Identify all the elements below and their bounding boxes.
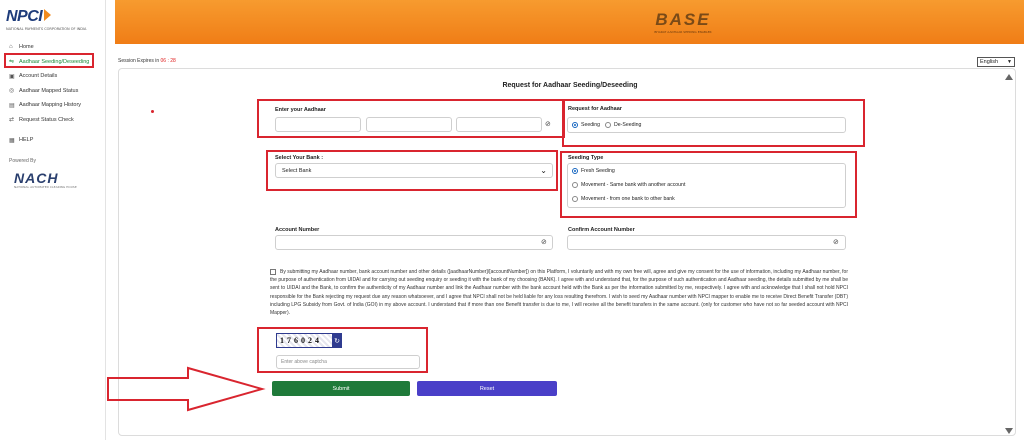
radio-movement-other-bank[interactable]: Movement - from one bank to other bank <box>572 196 675 202</box>
npci-logo-text: NPCI <box>6 8 43 25</box>
bank-select[interactable]: Select Bank ⌄ <box>275 163 553 178</box>
swap-icon: ⇄ <box>9 117 15 124</box>
bank-label: Select Your Bank : <box>275 155 324 161</box>
radio-label: Seeding <box>581 122 601 128</box>
sidebar-item-label: Account Details <box>19 73 58 80</box>
request-label: Request for Aadhaar <box>568 106 622 112</box>
submit-button[interactable]: Submit <box>272 381 410 396</box>
chevron-down-icon: ⌄ <box>540 166 547 175</box>
chevron-down-icon: ▼ <box>1007 59 1012 65</box>
scroll-down-icon[interactable] <box>1005 428 1013 434</box>
captcha-input[interactable]: Enter above captcha <box>276 355 420 369</box>
radio-seeding[interactable]: Seeding <box>572 122 600 128</box>
sidebar-item-help[interactable]: ▦ HELP <box>0 133 106 148</box>
sidebar-item-label: Request Status Check <box>19 116 74 123</box>
session-timer: 06 : 28 <box>160 58 176 64</box>
form-title: Request for Aadhaar Seeding/Deseeding <box>502 82 638 89</box>
account-number-label: Account Number <box>275 227 320 233</box>
radio-unselected-icon <box>572 182 578 188</box>
consent-text: By submitting my Aadhaar number, bank ac… <box>270 268 848 317</box>
reset-button[interactable]: Reset <box>417 381 557 396</box>
sidebar: NPCI NATIONAL PAYMENTS CORPORATION OF IN… <box>0 0 106 440</box>
aadhaar-input-part-3[interactable] <box>456 117 542 132</box>
sidebar-item-label: Home <box>19 44 34 51</box>
scroll-up-icon[interactable] <box>1005 74 1013 80</box>
bank-select-value: Select Bank <box>282 167 312 174</box>
base-logo-sub: BHARAT AADHAAR SEEDING ENABLER <box>654 30 712 34</box>
nach-logo-sub: NATIONAL AUTOMATED CLEARING HOUSE <box>14 185 77 189</box>
status-icon: ◎ <box>9 88 15 95</box>
language-select[interactable]: English ▼ <box>977 57 1015 67</box>
radio-label: Movement - Same bank with another accoun… <box>581 182 686 188</box>
sidebar-item-mapped-status[interactable]: ◎ Aadhaar Mapped Status <box>0 84 106 99</box>
session-expiry: Session Expires in 06 : 28 <box>118 58 176 64</box>
radio-label: Fresh Seeding <box>581 168 615 174</box>
radio-unselected-icon <box>605 122 611 128</box>
aadhaar-input-part-2[interactable] <box>366 117 452 132</box>
sidebar-item-label: HELP <box>19 137 34 144</box>
sidebar-item-mapping-history[interactable]: ▤ Aadhaar Mapping History <box>0 98 106 113</box>
eye-hidden-icon[interactable]: ⊘ <box>833 238 839 246</box>
account-number-input[interactable] <box>275 235 553 250</box>
seeding-type-label: Seeding Type <box>568 155 604 161</box>
npci-logo[interactable]: NPCI NATIONAL PAYMENTS CORPORATION OF IN… <box>6 6 98 34</box>
nach-logo: NACH <box>14 170 59 186</box>
sidebar-item-label: Aadhaar Mapping History <box>19 102 82 109</box>
powered-by-label: Powered By <box>9 158 36 164</box>
consent-body: By submitting my Aadhaar number, bank ac… <box>270 269 848 317</box>
aadhaar-label: Enter your Aadhaar <box>275 107 326 113</box>
npci-arrow-icon <box>44 9 52 21</box>
radio-de-seeding[interactable]: De-Seeding <box>605 122 641 128</box>
red-dot-marker <box>151 110 154 113</box>
aadhaar-input-part-1[interactable] <box>275 117 361 132</box>
radio-movement-same-bank[interactable]: Movement - Same bank with another accoun… <box>572 182 685 188</box>
eye-hidden-icon[interactable]: ⊘ <box>545 120 551 128</box>
captcha-image: 176024 <box>276 333 340 348</box>
sidebar-item-label: Aadhaar Mapped Status <box>19 87 79 94</box>
sidebar-item-request-status[interactable]: ⇄ Request Status Check <box>0 113 106 128</box>
confirm-account-input[interactable] <box>567 235 846 250</box>
language-value: English <box>980 59 999 65</box>
npci-logo-sub: NATIONAL PAYMENTS CORPORATION OF INDIA <box>6 27 87 31</box>
pointer-arrow-icon <box>107 366 266 412</box>
highlight-box-nav <box>4 53 94 68</box>
history-icon: ▤ <box>9 102 15 109</box>
help-icon: ▦ <box>9 137 15 144</box>
radio-unselected-icon <box>572 196 578 202</box>
account-icon: ▣ <box>9 73 15 80</box>
sidebar-item-account-details[interactable]: ▣ Account Details <box>0 69 106 84</box>
header-banner: BASE BHARAT AADHAAR SEEDING ENABLER <box>115 0 1024 44</box>
base-logo-text: BASE <box>655 10 711 29</box>
radio-selected-icon <box>572 122 578 128</box>
eye-hidden-icon[interactable]: ⊘ <box>541 238 547 246</box>
confirm-account-label: Confirm Account Number <box>568 227 635 233</box>
base-logo: BASE BHARAT AADHAAR SEEDING ENABLER <box>643 10 723 34</box>
radio-selected-icon <box>572 168 578 174</box>
session-label: Session Expires in <box>118 58 160 64</box>
home-icon: ⌂ <box>9 44 13 51</box>
radio-label: De-Seeding <box>614 122 642 128</box>
radio-label: Movement - from one bank to other bank <box>581 196 675 202</box>
radio-fresh-seeding[interactable]: Fresh Seeding <box>572 168 615 174</box>
refresh-icon[interactable]: ↻ <box>332 333 342 348</box>
